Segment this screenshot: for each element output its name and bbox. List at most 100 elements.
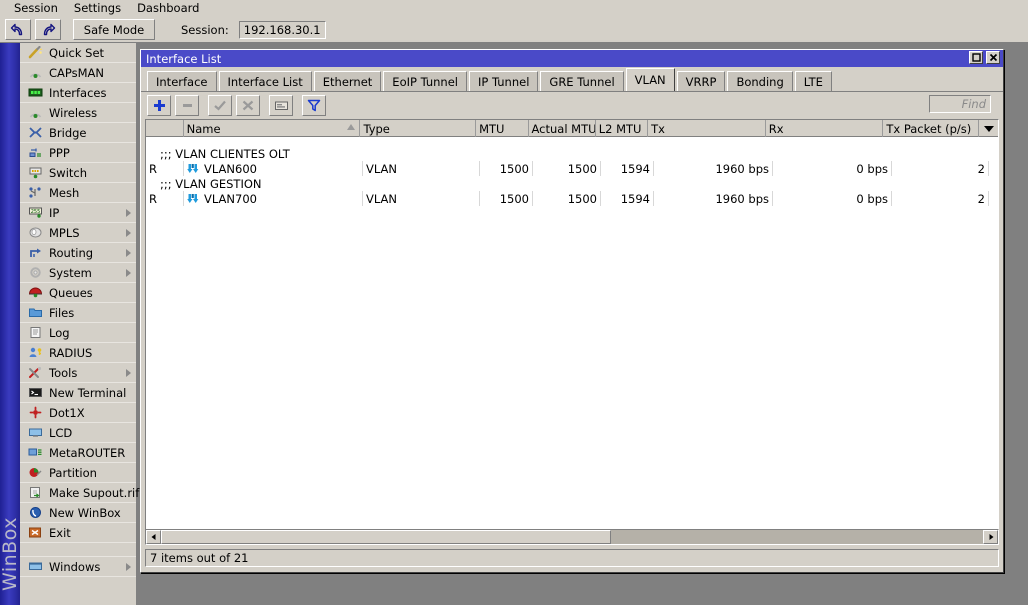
- sidebar-item-ppp[interactable]: PPP: [20, 143, 136, 163]
- sidebar-item-quick-set[interactable]: Quick Set: [20, 43, 136, 63]
- tab-ip-tunnel[interactable]: IP Tunnel: [469, 71, 539, 91]
- sidebar-item-label: RADIUS: [49, 345, 93, 360]
- filter-button[interactable]: [302, 95, 326, 116]
- window-titlebar[interactable]: Interface List: [141, 50, 1003, 67]
- sidebar-item-lcd[interactable]: LCD: [20, 423, 136, 443]
- routing-icon: [26, 245, 44, 261]
- sidebar-item-routing[interactable]: Routing: [20, 243, 136, 263]
- disable-button[interactable]: [236, 95, 260, 116]
- sidebar-item-label: MetaROUTER: [49, 445, 126, 460]
- column-header-l2-mtu[interactable]: L2 MTU: [596, 120, 649, 137]
- tab-interface[interactable]: Interface: [147, 71, 217, 91]
- sidebar-item-radius[interactable]: RADIUS: [20, 343, 136, 363]
- windows-icon: [26, 559, 44, 575]
- column-header-type[interactable]: Type: [360, 120, 477, 137]
- session-address-field[interactable]: 192.168.30.1: [238, 20, 326, 39]
- sidebar-item-switch[interactable]: Switch: [20, 163, 136, 183]
- supout-icon: [26, 485, 44, 501]
- sidebar-item-ip[interactable]: 255 IP: [20, 203, 136, 223]
- ppp-icon: [26, 145, 44, 161]
- sidebar-item-label: Switch: [49, 165, 88, 180]
- cell-mtu: 1500: [480, 161, 533, 176]
- horizontal-scrollbar[interactable]: [145, 529, 999, 545]
- wand-icon: [26, 45, 44, 61]
- table-row[interactable]: ;;; VLAN GESTION: [146, 176, 998, 191]
- close-icon: [989, 53, 997, 62]
- main-sidebar: WinBox Quick Set CAPsMAN Interfaces Wire…: [0, 43, 140, 605]
- sidebar-item-new-winbox[interactable]: New WinBox: [20, 503, 136, 523]
- column-header-flags[interactable]: [146, 120, 184, 137]
- add-button[interactable]: [147, 95, 171, 116]
- column-header-rx[interactable]: Rx: [766, 120, 884, 137]
- sidebar-item-queues[interactable]: Queues: [20, 283, 136, 303]
- close-button[interactable]: [986, 51, 1000, 64]
- table-body: ;;; VLAN CLIENTES OLT R VLAN600 VLAN 150…: [146, 137, 998, 206]
- column-header-tx[interactable]: Tx: [648, 120, 766, 137]
- comment-button[interactable]: [269, 95, 293, 116]
- scroll-left-button[interactable]: [146, 530, 161, 544]
- cell-tx-packet: 2: [892, 191, 989, 206]
- sidebar-item-log[interactable]: Log: [20, 323, 136, 343]
- sidebar-item-windows[interactable]: Windows: [20, 557, 136, 577]
- sidebar-item-bridge[interactable]: Bridge: [20, 123, 136, 143]
- sidebar-item-tools[interactable]: Tools: [20, 363, 136, 383]
- tab-lte[interactable]: LTE: [794, 71, 832, 91]
- safe-mode-button[interactable]: Safe Mode: [73, 19, 155, 40]
- sidebar-item-new-terminal[interactable]: New Terminal: [20, 383, 136, 403]
- undo-arrow-icon: [10, 23, 23, 35]
- column-header-tx-packet[interactable]: Tx Packet (p/s): [883, 120, 980, 137]
- enable-button[interactable]: [208, 95, 232, 116]
- table-row[interactable]: R VLAN600 VLAN 1500 1500 1594 1960 bps 0…: [146, 161, 998, 176]
- sidebar-item-mesh[interactable]: Mesh: [20, 183, 136, 203]
- sidebar-item-system[interactable]: System: [20, 263, 136, 283]
- sidebar-item-partition[interactable]: Partition: [20, 463, 136, 483]
- tab-interface-list[interactable]: Interface List: [218, 71, 312, 91]
- find-input[interactable]: Find: [929, 95, 991, 113]
- tab-eoip-tunnel[interactable]: EoIP Tunnel: [383, 71, 467, 91]
- sidebar-item-label: Make Supout.rif: [49, 485, 140, 500]
- sidebar-item-metarouter[interactable]: MetaROUTER: [20, 443, 136, 463]
- tab-vlan[interactable]: VLAN: [625, 68, 675, 91]
- chevron-right-icon: [126, 562, 131, 571]
- column-header-mtu[interactable]: MTU: [476, 120, 529, 137]
- sidebar-item-interfaces[interactable]: Interfaces: [20, 83, 136, 103]
- cell-name: VLAN700: [184, 191, 363, 206]
- column-chooser-button[interactable]: [979, 120, 998, 137]
- scrollbar-thumb[interactable]: [161, 530, 611, 544]
- arrow-right-icon: [989, 534, 993, 540]
- scroll-right-button[interactable]: [983, 530, 998, 544]
- lcd-icon: [26, 425, 44, 441]
- tab-bonding[interactable]: Bonding: [727, 71, 793, 91]
- sidebar-item-make-supout[interactable]: Make Supout.rif: [20, 483, 140, 503]
- column-header-name[interactable]: Name: [184, 120, 361, 137]
- sidebar-item-exit[interactable]: Exit: [20, 523, 136, 543]
- column-header-actual-mtu[interactable]: Actual MTU: [529, 120, 596, 137]
- cell-mtu: 1500: [480, 191, 533, 206]
- sidebar-item-mpls[interactable]: MPLS: [20, 223, 136, 243]
- wireless-icon: [26, 105, 44, 121]
- undo-button[interactable]: [5, 19, 31, 40]
- menu-settings[interactable]: Settings: [66, 0, 129, 16]
- tab-ethernet[interactable]: Ethernet: [313, 71, 382, 91]
- menu-dashboard[interactable]: Dashboard: [129, 0, 207, 16]
- table-row[interactable]: ;;; VLAN CLIENTES OLT: [146, 146, 998, 161]
- maximize-button[interactable]: [969, 51, 983, 64]
- tab-vrrp[interactable]: VRRP: [676, 71, 726, 91]
- tab-gre-tunnel[interactable]: GRE Tunnel: [540, 71, 624, 91]
- scrollbar-track[interactable]: [161, 530, 983, 544]
- redo-button[interactable]: [35, 19, 61, 40]
- remove-button[interactable]: [175, 95, 199, 116]
- sidebar-item-label: Queues: [49, 285, 93, 300]
- sidebar-item-dot1x[interactable]: Dot1X: [20, 403, 136, 423]
- sidebar-item-label: Partition: [49, 465, 97, 480]
- svg-text:255: 255: [30, 209, 40, 215]
- sidebar-item-capsman[interactable]: CAPsMAN: [20, 63, 136, 83]
- folder-icon: [26, 305, 44, 321]
- system-gear-icon: [26, 265, 44, 281]
- sidebar-item-label: IP: [49, 205, 60, 220]
- table-row[interactable]: R VLAN700 VLAN 1500 1500 1594 1960 bps 0…: [146, 191, 998, 206]
- sidebar-item-wireless[interactable]: Wireless: [20, 103, 136, 123]
- sidebar-item-files[interactable]: Files: [20, 303, 136, 323]
- menu-session[interactable]: Session: [6, 0, 66, 16]
- vlan-icon: [187, 163, 200, 174]
